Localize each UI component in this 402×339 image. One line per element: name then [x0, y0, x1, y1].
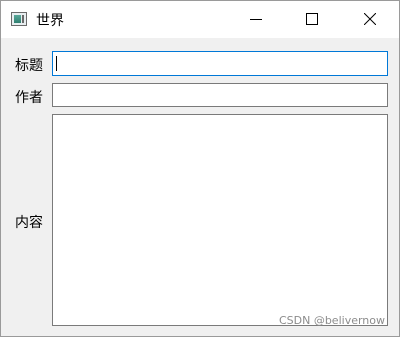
author-label: 作者: [15, 90, 43, 106]
content-label: 内容: [15, 215, 43, 231]
watermark: CSDN @belivernow: [278, 314, 385, 327]
title-bar[interactable]: 世界: [1, 1, 399, 38]
minimize-icon: [250, 19, 262, 20]
content-textarea[interactable]: [52, 114, 388, 326]
minimize-button[interactable]: [233, 1, 279, 38]
close-icon: [364, 13, 376, 25]
text-caret: [56, 56, 57, 71]
title-label: 标题: [15, 58, 43, 74]
main-window: 世界 标题 作者 内容 CSDN @belivernow: [0, 0, 400, 337]
maximize-button[interactable]: [289, 1, 335, 38]
title-input[interactable]: [52, 51, 388, 76]
maximize-icon: [306, 13, 318, 25]
author-input[interactable]: [52, 83, 388, 107]
window-app-icon: [11, 12, 27, 26]
close-button[interactable]: [347, 1, 393, 38]
window-title: 世界: [36, 13, 64, 29]
